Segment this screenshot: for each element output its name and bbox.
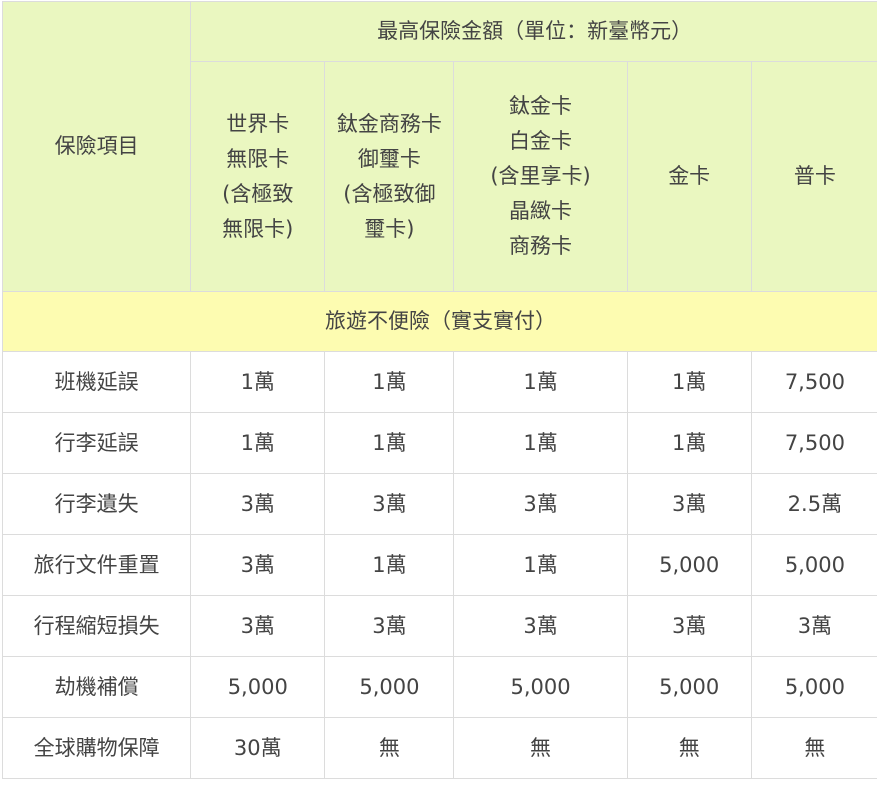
section-title: 旅遊不便險（實支實付） <box>2 291 877 352</box>
table-row: 劫機補償 5,000 5,000 5,000 5,000 5,000 <box>1 656 877 718</box>
amount-cell: 無 <box>453 717 628 779</box>
amount-cell: 3萬 <box>190 473 326 535</box>
table-row: 行李遺失 3萬 3萬 3萬 3萬 2.5萬 <box>1 473 877 535</box>
amount-cell: 3萬 <box>324 595 455 657</box>
amount-cell: 3萬 <box>190 595 326 657</box>
table-row: 全球購物保障 30萬無無無無 <box>1 717 877 779</box>
amount-cell: 3萬 <box>324 473 455 535</box>
card-column-header: 金卡 <box>626 61 752 292</box>
insurance-table: 保險項目 最高保險金額（單位：新臺幣元） 世界卡 無限卡 (含極致 無限卡) 鈦… <box>1 1 877 779</box>
insurance-item-cell: 劫機補償 <box>1 656 192 718</box>
card-column-header: 鈦金卡 白金卡 (含里享卡) 晶緻卡 商務卡 <box>453 61 628 292</box>
amount-cell: 1萬 <box>190 412 326 474</box>
amount-cell: 無 <box>324 717 455 779</box>
amount-cell: 3萬 <box>626 595 752 657</box>
amount-cell: 1萬 <box>324 534 455 596</box>
amount-cell: 1萬 <box>453 351 628 413</box>
table-row: 旅行文件重置 3萬 1萬 1萬 5,000 5,000 <box>1 534 877 596</box>
amount-cell: 5,000 <box>750 534 877 596</box>
card-column-header: 普卡 <box>750 61 877 292</box>
amount-cell: 3萬 <box>453 595 628 657</box>
amount-cell: 1萬 <box>324 412 455 474</box>
amount-cell: 無 <box>750 717 877 779</box>
amount-cell: 1萬 <box>453 412 628 474</box>
amount-cell: 1萬 <box>190 351 326 413</box>
amount-cell: 3萬 <box>453 473 628 535</box>
amount-cell: 7,500 <box>750 351 877 413</box>
amount-cell: 3萬 <box>626 473 752 535</box>
amount-cell: 1萬 <box>453 534 628 596</box>
amount-cell: 5,000 <box>453 656 628 718</box>
table-row: 行李延誤 1萬 1萬 1萬 1萬 7,500 <box>1 412 877 474</box>
amount-cell: 1萬 <box>626 351 752 413</box>
amount-cell: 5,000 <box>626 656 752 718</box>
amount-cell: 5,000 <box>324 656 455 718</box>
table-row: 行程縮短損失 3萬 3萬 3萬 3萬 3萬 <box>1 595 877 657</box>
card-column-header: 世界卡 無限卡 (含極致 無限卡) <box>190 61 326 292</box>
insurance-item-header: 保險項目 <box>1 1 192 292</box>
table-row: 班機延誤 1萬 1萬 1萬 1萬 7,500 <box>1 351 877 413</box>
insurance-item-cell: 旅行文件重置 <box>1 534 192 596</box>
amount-cell: 30萬 <box>190 717 326 779</box>
amount-cell: 5,000 <box>750 656 877 718</box>
amount-cell: 1萬 <box>626 412 752 474</box>
amount-cell: 7,500 <box>750 412 877 474</box>
amount-cell: 無 <box>626 717 752 779</box>
amount-cell: 1萬 <box>324 351 455 413</box>
amount-cell: 5,000 <box>626 534 752 596</box>
amount-cell: 5,000 <box>190 656 326 718</box>
insurance-item-cell: 行程縮短損失 <box>1 595 192 657</box>
amount-cell: 3萬 <box>750 595 877 657</box>
insurance-item-cell: 行李遺失 <box>1 473 192 535</box>
insurance-item-cell: 班機延誤 <box>1 351 192 413</box>
amount-cell: 2.5萬 <box>750 473 877 535</box>
insurance-item-cell: 行李延誤 <box>1 412 192 474</box>
max-amount-header: 最高保險金額（單位：新臺幣元） <box>190 1 877 62</box>
amount-cell: 3萬 <box>190 534 326 596</box>
card-column-header: 鈦金商務卡 御璽卡 (含極致御 璽卡) <box>324 61 455 292</box>
insurance-item-cell: 全球購物保障 <box>1 717 192 779</box>
